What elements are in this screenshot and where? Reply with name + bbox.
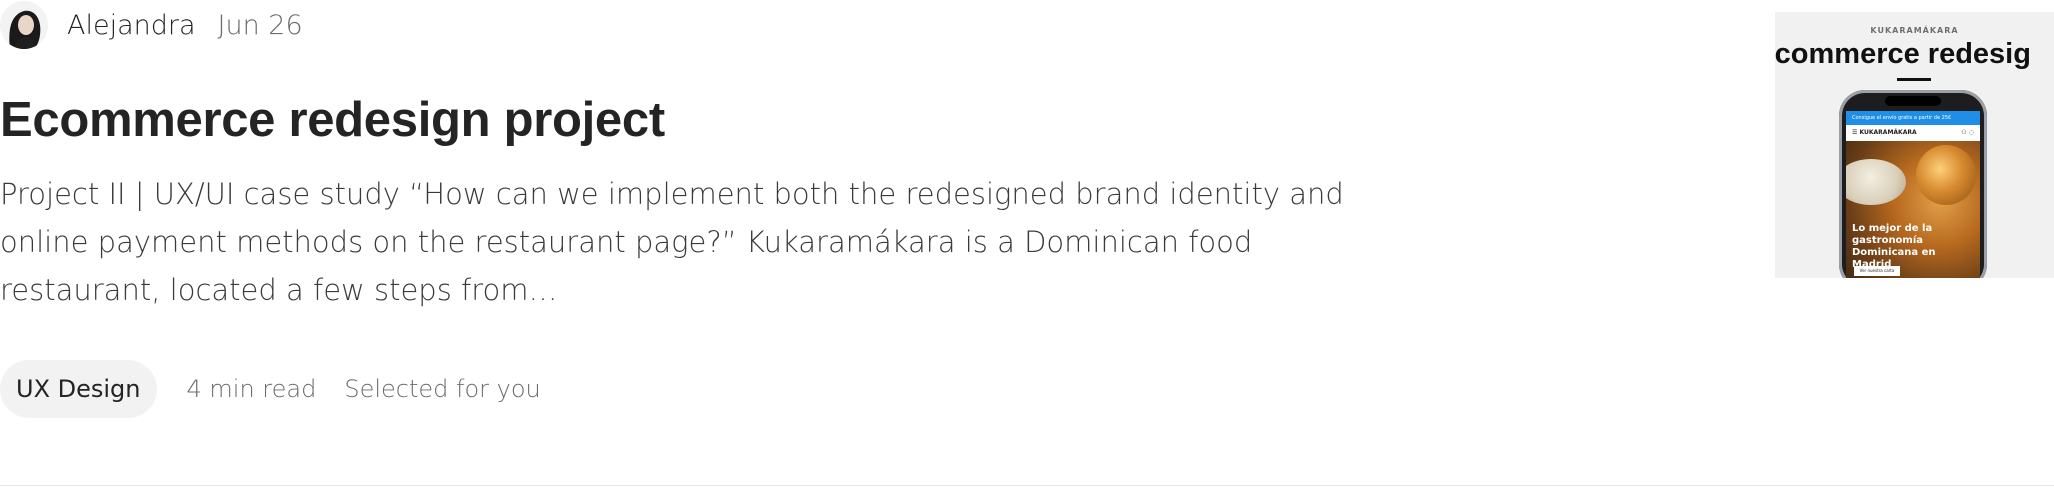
hero-button: Ver nuestra carta — [1854, 266, 1900, 276]
fried-chicken-image — [1916, 145, 1976, 205]
post-title[interactable]: Ecommerce redesign project — [0, 92, 665, 148]
post-date: Jun 26 — [217, 9, 303, 41]
article-card[interactable]: Alejandra Jun 26 Ecommerce redesign proj… — [0, 0, 2054, 487]
phone-mockup: Consigue el envío gratis a partir de 25€… — [1839, 90, 1987, 278]
post-excerpt[interactable]: Project II | UX/UI case study “How can w… — [0, 170, 1420, 314]
meta-row: UX Design 4 min read Selected for you — [0, 360, 541, 418]
read-time: 4 min read — [186, 375, 317, 403]
card-divider — [0, 485, 2054, 486]
thumbnail-underline — [1897, 78, 1931, 81]
thumbnail-heading: -commerce redesig — [1775, 38, 2031, 70]
screen-nav: ☰ KUKARAMÁKARA ⚇ ◌ — [1846, 125, 1980, 141]
food-plate-image — [1846, 159, 1906, 205]
screen-hero-image: Lo mejor de la gastronomía Dominicana en… — [1846, 141, 1980, 278]
screen-banner: Consigue el envío gratis a partir de 25€ — [1846, 111, 1980, 125]
thumbnail-brand: KUKARAMÁKARA — [1870, 26, 1959, 35]
hero-text: Lo mejor de la gastronomía Dominicana en… — [1852, 223, 1936, 270]
post-thumbnail[interactable]: KUKARAMÁKARA -commerce redesig Consigue … — [1775, 12, 2054, 278]
person-avatar-icon — [0, 1, 48, 49]
author-row: Alejandra Jun 26 — [0, 0, 303, 50]
phone-notch — [1885, 96, 1941, 106]
selected-for-you-label: Selected for you — [344, 375, 541, 403]
screen-nav-brand: ☰ KUKARAMÁKARA — [1852, 129, 1917, 136]
topic-tag[interactable]: UX Design — [0, 360, 157, 418]
cart-icon: ⚇ ◌ — [1961, 129, 1974, 136]
author-name[interactable]: Alejandra — [67, 10, 196, 41]
author-avatar[interactable] — [0, 1, 48, 49]
phone-screen: Consigue el envío gratis a partir de 25€… — [1846, 111, 1980, 278]
